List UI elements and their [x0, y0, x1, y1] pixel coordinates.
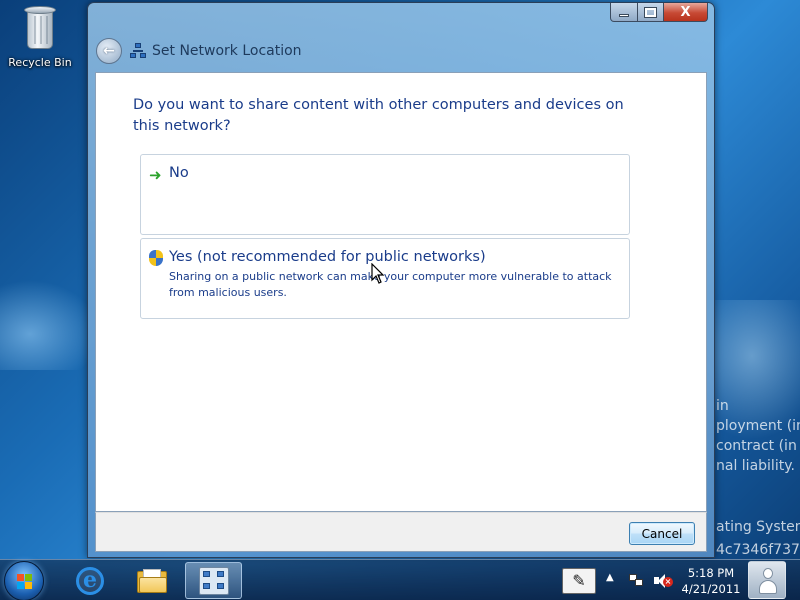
maximize-icon [644, 6, 657, 18]
back-arrow-icon: ← [103, 43, 115, 59]
desktop-glow [0, 280, 100, 370]
clock-date: 4/21/2011 [681, 582, 741, 596]
watermark-text: 4c7346f7374 [716, 542, 800, 558]
network-center-icon [198, 566, 229, 595]
cancel-button[interactable]: Cancel [629, 522, 695, 545]
green-arrow-icon: ➜ [149, 166, 162, 184]
user-account-button[interactable] [748, 561, 786, 599]
wizard-footer: Cancel [95, 512, 707, 552]
window-title: Set Network Location [152, 43, 302, 59]
tablet-input-panel-icon[interactable]: ✎ [562, 568, 596, 594]
taskbar-windows-explorer[interactable] [124, 562, 180, 599]
recycle-bin[interactable]: Recycle Bin [6, 6, 74, 69]
set-network-location-window: X ← Set Network Location Do you want to … [87, 2, 715, 558]
option-no-title: No [169, 165, 189, 181]
wizard-navbar: ← Set Network Location [96, 37, 302, 65]
watermark-text: nal liability. [716, 458, 795, 474]
clock-time: 5:18 PM [687, 566, 735, 580]
network-icon [130, 43, 146, 59]
mouse-cursor-icon [371, 262, 385, 289]
tray-volume-muted-icon[interactable]: × [654, 573, 673, 589]
start-button[interactable] [4, 561, 44, 600]
internet-explorer-icon: e [76, 566, 104, 595]
recycle-bin-label: Recycle Bin [8, 56, 72, 69]
taskbar-internet-explorer[interactable]: e [62, 562, 118, 599]
option-no-button[interactable]: ➜ No [140, 154, 630, 235]
show-hidden-icons-arrow[interactable]: ▲ [606, 572, 614, 583]
question-text: Do you want to share content with other … [133, 97, 624, 134]
close-icon: X [680, 4, 691, 20]
minimize-icon [619, 13, 629, 17]
watermark-text: ating System [716, 519, 800, 535]
option-yes-button[interactable]: Yes (not recommended for public networks… [140, 238, 630, 319]
minimize-button[interactable] [610, 3, 638, 22]
watermark-text: contract (in [716, 438, 797, 454]
taskbar-clock[interactable]: 5:18 PM 4/21/2011 [680, 565, 742, 597]
wizard-content: Do you want to share content with other … [95, 72, 707, 512]
taskbar: e ✎ ▲ × 5:18 PM 4/21/2011 [0, 559, 800, 600]
windows-logo-icon [17, 574, 33, 590]
back-button[interactable]: ← [96, 38, 122, 64]
watermark-text: ployment (in [716, 418, 800, 434]
recycle-bin-icon [22, 6, 58, 50]
watermark-text: in [716, 398, 729, 414]
tray-network-icon[interactable] [628, 572, 644, 588]
user-icon [758, 568, 778, 594]
close-button[interactable]: X [664, 3, 708, 22]
uac-shield-icon [149, 250, 164, 267]
option-yes-title: Yes (not recommended for public networks… [169, 249, 486, 265]
caption-buttons: X [610, 3, 708, 22]
option-yes-description: Sharing on a public network can make you… [169, 270, 612, 299]
folder-icon [137, 568, 167, 593]
taskbar-network-window[interactable] [185, 562, 242, 599]
maximize-button[interactable] [638, 3, 664, 22]
